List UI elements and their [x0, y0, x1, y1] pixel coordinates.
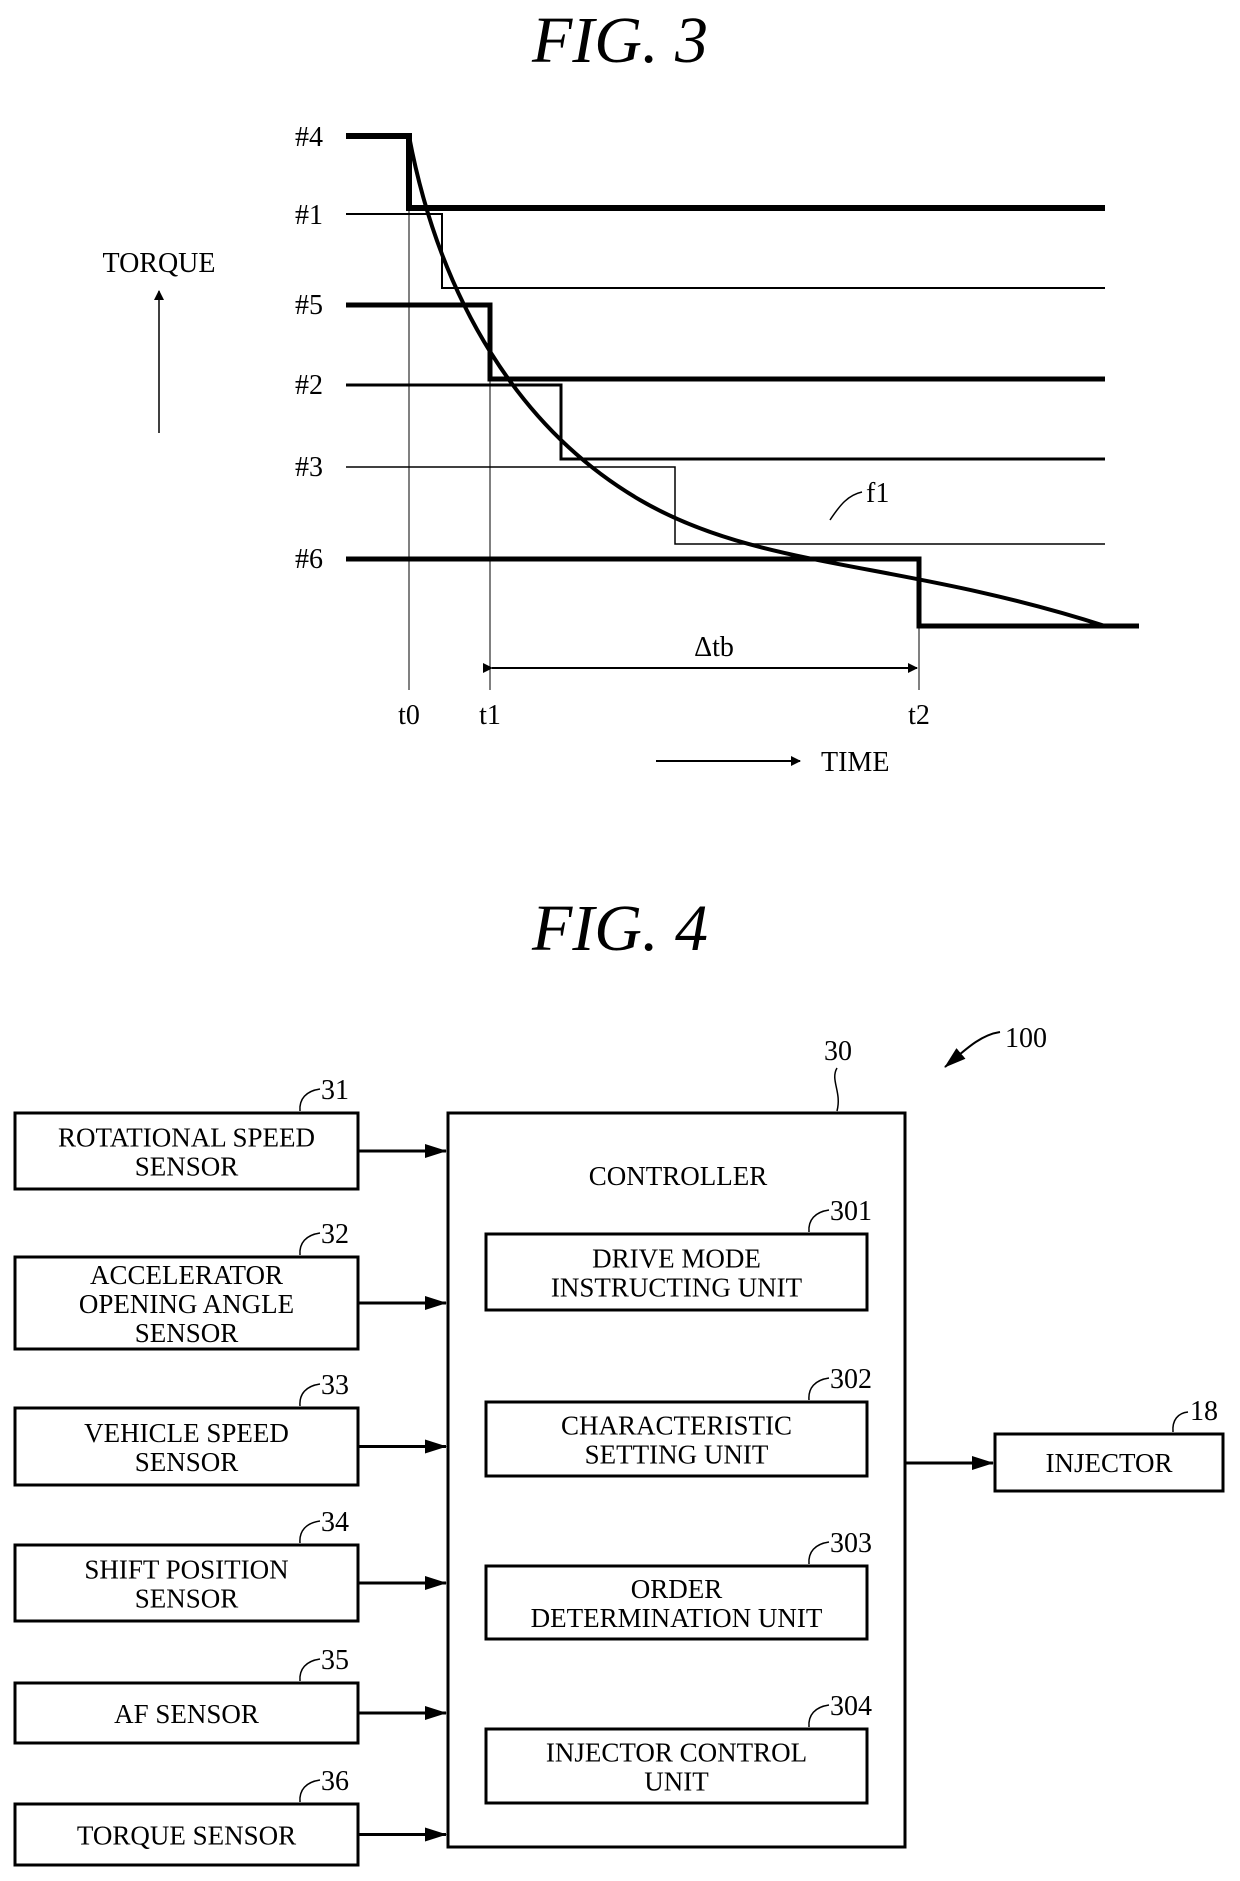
sensor-label-line: VEHICLE SPEED	[84, 1418, 289, 1448]
t2-label: t2	[908, 700, 930, 731]
sensor-35: AF SENSOR 35	[13, 1645, 447, 1745]
sensor-31: ROTATIONAL SPEEDSENSOR 31	[13, 1075, 447, 1191]
unit-ref-leader	[808, 1704, 830, 1728]
sensor-label-line: SENSOR	[135, 1152, 239, 1182]
sensor-ref: 36	[321, 1766, 349, 1797]
cyl-label-6: #6	[295, 544, 323, 575]
unit-ref: 303	[830, 1528, 872, 1559]
cyl-label-4: #4	[295, 122, 323, 153]
sensor-ref-leader	[299, 1232, 321, 1256]
injector-ref-leader	[1172, 1411, 1189, 1433]
torque-axis-label: TORQUE	[102, 248, 215, 279]
f1-leader	[829, 491, 863, 521]
cyl-label-3: #3	[295, 452, 323, 483]
sensor-ref: 33	[321, 1370, 349, 1401]
unit-ref-leader	[808, 1541, 830, 1565]
unit-304: INJECTOR CONTROLUNIT 304	[484, 1691, 872, 1805]
sensor-label-line: OPENING ANGLE	[79, 1289, 294, 1319]
cyl-label-2: #2	[295, 370, 323, 401]
t0-label: t0	[398, 700, 420, 731]
sensor-36: TORQUE SENSOR 36	[13, 1766, 447, 1867]
sensor-label-line: ACCELERATOR	[90, 1260, 283, 1290]
fig3: FIG. 3 TORQUE #4 #1 #5 #2 #3 #6 f1 Δtb t…	[102, 4, 1139, 778]
delta-tb-label: Δtb	[694, 632, 734, 663]
system-ref-label: 100	[1005, 1023, 1047, 1054]
sensor-label-line: ROTATIONAL SPEED	[58, 1123, 315, 1153]
t1-label: t1	[479, 700, 501, 731]
sensor-ref-leader	[299, 1088, 321, 1112]
unit-label-line: CHARACTERISTIC	[561, 1411, 792, 1441]
injector-ref: 18	[1190, 1396, 1218, 1427]
cyl-label-5: #5	[295, 290, 323, 321]
unit-301: DRIVE MODEINSTRUCTING UNIT 301	[484, 1196, 872, 1312]
unit-ref-leader	[808, 1209, 830, 1233]
controller-ref: 30	[824, 1036, 852, 1067]
sensor-list: ROTATIONAL SPEEDSENSOR31ACCELERATOROPENI…	[13, 1075, 447, 1867]
unit-label-line: ORDER	[631, 1574, 723, 1604]
sensor-ref: 34	[321, 1507, 349, 1538]
sensor-label-line: SENSOR	[135, 1318, 239, 1348]
patent-drawing: FIG. 3 TORQUE #4 #1 #5 #2 #3 #6 f1 Δtb t…	[13, 4, 1225, 1867]
sensor-ref: 32	[321, 1219, 349, 1250]
unit-ref: 301	[830, 1196, 872, 1227]
sensor-label-line: TORQUE SENSOR	[77, 1821, 296, 1851]
unit-label-line: INSTRUCTING UNIT	[551, 1273, 803, 1303]
controller-label: CONTROLLER	[589, 1161, 768, 1191]
cyl-3-torque-line	[346, 466, 1105, 545]
sensor-label-line: AF SENSOR	[114, 1699, 259, 1729]
time-axis-label: TIME	[821, 747, 889, 778]
sensor-34: SHIFT POSITIONSENSOR 34	[13, 1507, 447, 1623]
unit-label-line: UNIT	[644, 1767, 709, 1797]
unit-302: CHARACTERISTICSETTING UNIT 302	[484, 1364, 872, 1478]
unit-label-line: SETTING UNIT	[585, 1440, 769, 1470]
unit-ref: 302	[830, 1364, 872, 1395]
unit-label-line: INJECTOR CONTROL	[546, 1738, 807, 1768]
cyl-4-torque-line	[346, 133, 1105, 211]
sensor-ref: 35	[321, 1645, 349, 1676]
fig4-title: FIG. 4	[531, 892, 708, 965]
sensor-32: ACCELERATOROPENING ANGLESENSOR 32	[13, 1219, 447, 1351]
sensor-label-line: SENSOR	[135, 1447, 239, 1477]
cyl-5-torque-line	[346, 302, 1105, 382]
cyl-1-torque-line	[346, 213, 1105, 289]
unit-list: DRIVE MODEINSTRUCTING UNIT 301 CHARACTERIS…	[484, 1196, 872, 1805]
sensor-33: VEHICLE SPEEDSENSOR 33	[13, 1370, 447, 1487]
injector-label: INJECTOR	[1045, 1448, 1172, 1478]
sensor-label-line: SHIFT POSITION	[84, 1555, 288, 1585]
unit-ref-leader	[808, 1377, 830, 1401]
sensor-ref-leader	[299, 1383, 321, 1407]
cyl-label-1: #1	[295, 200, 323, 231]
sensor-label-line: SENSOR	[135, 1584, 239, 1614]
sensor-ref-leader	[299, 1520, 321, 1544]
f1-label: f1	[866, 478, 889, 509]
fig3-title: FIG. 3	[531, 4, 708, 77]
unit-label-line: DRIVE MODE	[592, 1244, 761, 1274]
cyl-6-torque-line	[346, 556, 1139, 629]
sensor-ref-leader	[299, 1658, 321, 1682]
sensor-ref-leader	[299, 1779, 321, 1803]
unit-ref: 304	[830, 1691, 872, 1722]
sensor-ref: 31	[321, 1075, 349, 1106]
fig4: FIG. 4 100 30 CONTROLLER ROTATIONAL SPEE…	[13, 892, 1225, 1867]
system-ref-arrow	[944, 1031, 1001, 1068]
controller-ref-leader	[834, 1067, 839, 1112]
cyl-2-torque-line	[346, 383, 1105, 461]
unit-label-line: DETERMINATION UNIT	[531, 1603, 823, 1633]
unit-303: ORDERDETERMINATION UNIT 303	[484, 1528, 872, 1641]
